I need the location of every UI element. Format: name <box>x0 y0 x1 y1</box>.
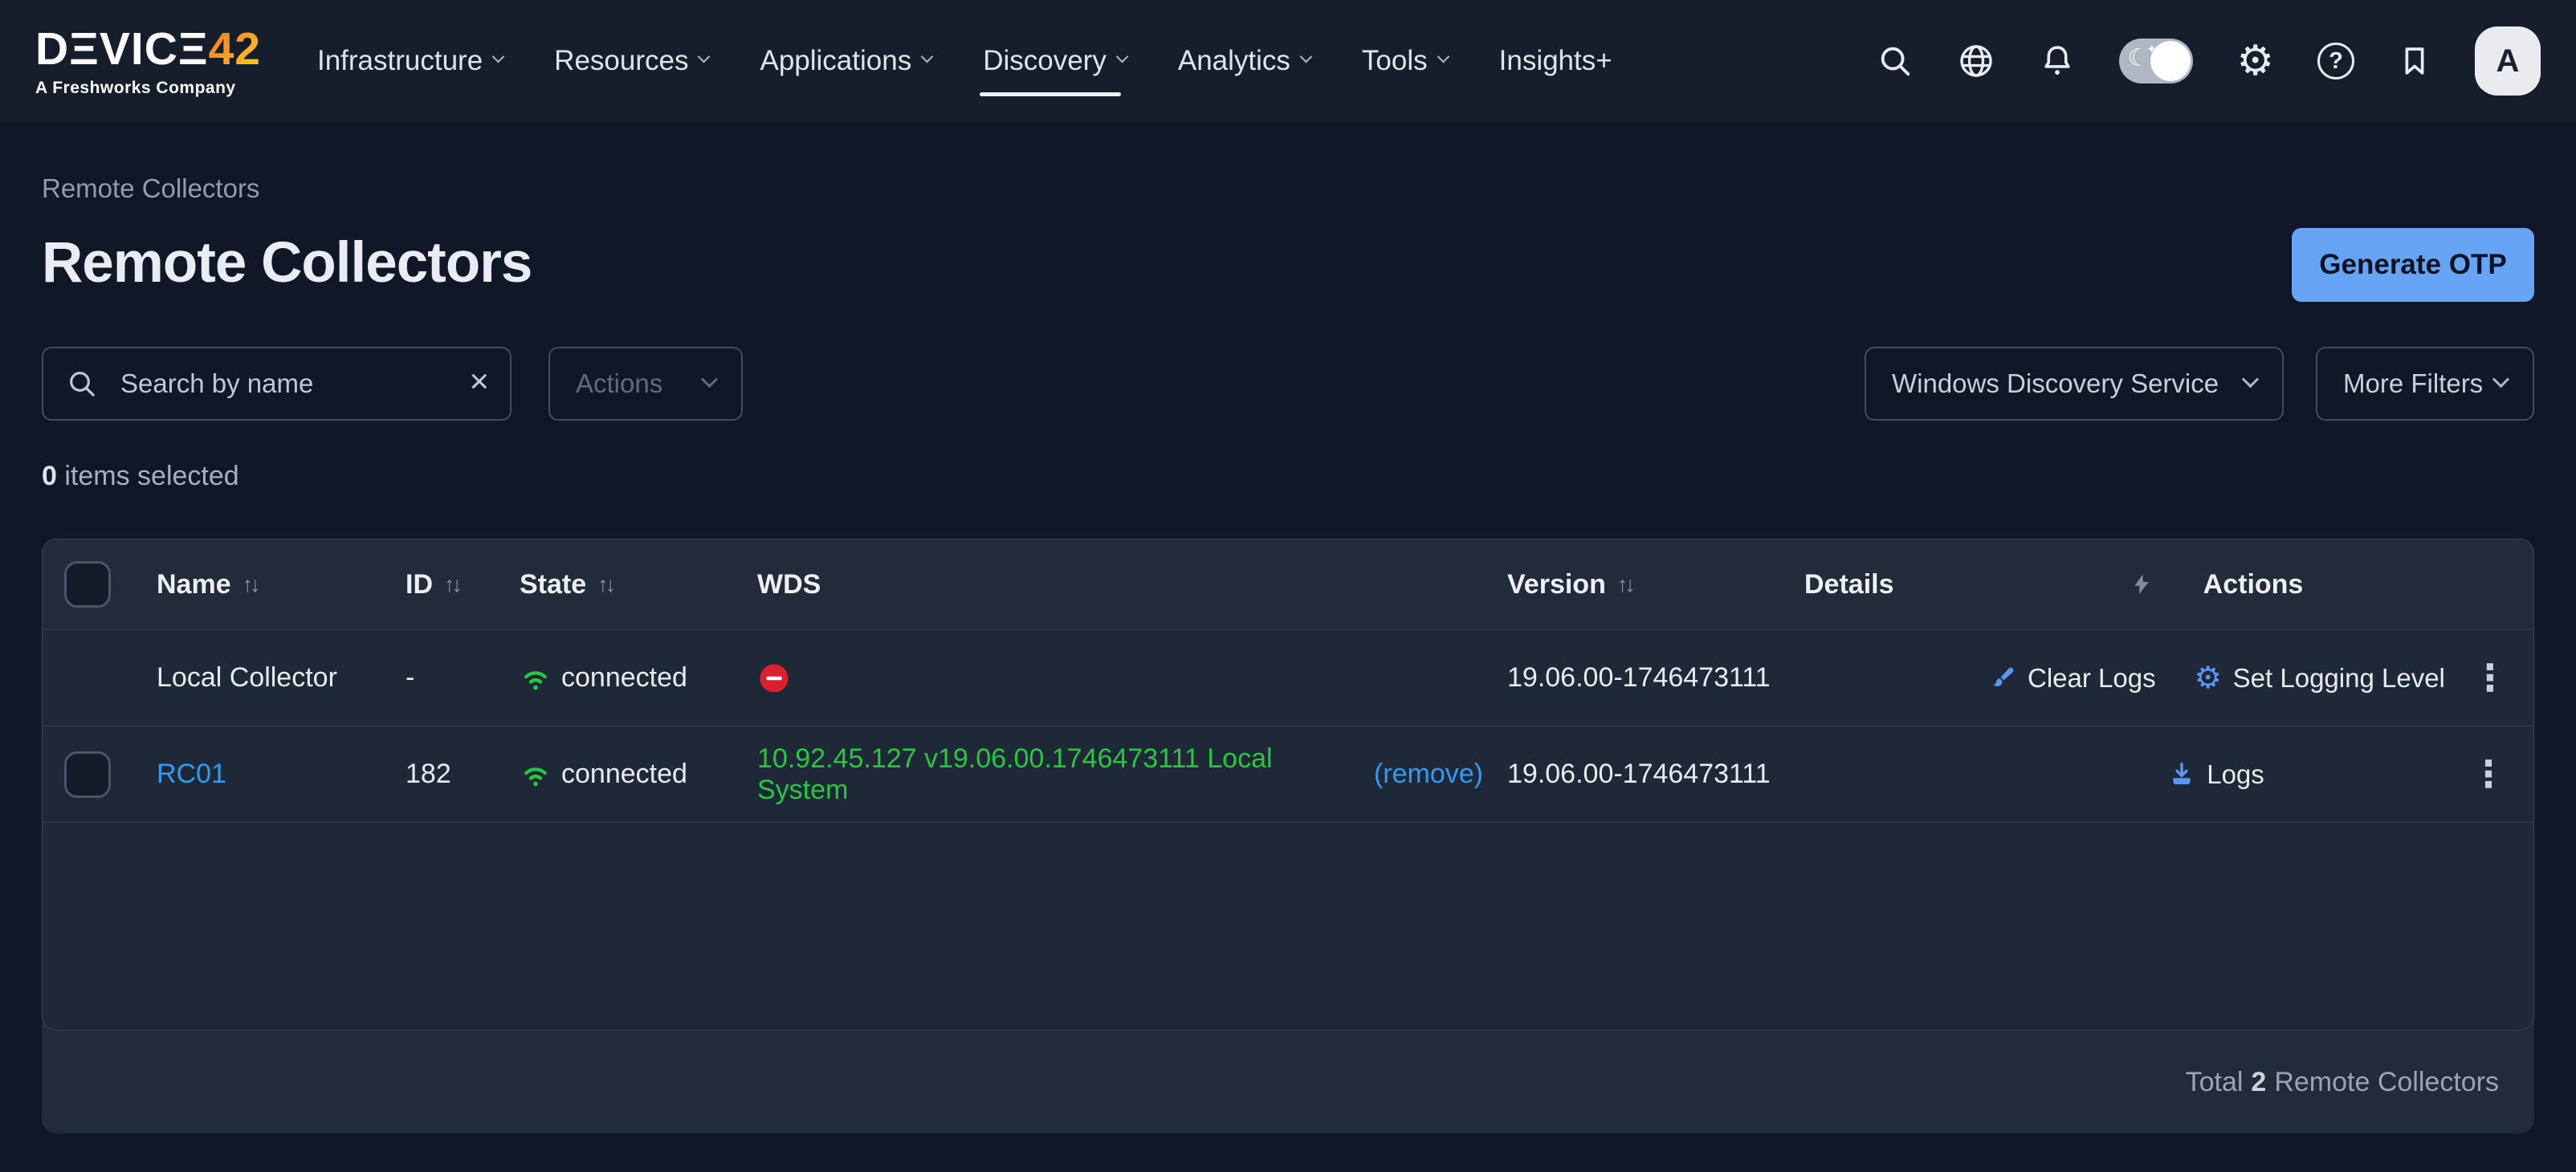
collector-name: Local Collector <box>132 662 381 694</box>
settings-gear-icon[interactable]: ⚙ <box>2236 40 2274 82</box>
page-title: Remote Collectors <box>42 230 532 295</box>
generate-otp-button[interactable]: Generate OTP <box>2292 228 2534 302</box>
clear-logs-button[interactable]: Clear Logs <box>1989 663 2156 694</box>
logo-tagline: A Freshworks Company <box>35 79 261 96</box>
actions-dropdown[interactable]: Actions <box>548 347 743 421</box>
help-icon[interactable]: ? <box>2317 43 2354 79</box>
filter-group: Windows Discovery Service More Filters <box>1865 347 2534 421</box>
logo-42: 42 <box>209 23 261 75</box>
search-icon <box>66 368 98 400</box>
globe-icon[interactable] <box>1957 42 1995 80</box>
collector-id: 182 <box>381 759 495 790</box>
column-header-details: Details <box>1780 569 1989 600</box>
logo-device: DΞVICΞ <box>35 23 209 75</box>
chevron-down-icon <box>701 371 718 388</box>
selection-summary: 0 items selected <box>42 461 2534 492</box>
column-header-name[interactable]: Name↑↓ <box>132 569 381 600</box>
clear-search-icon[interactable]: × <box>469 364 489 398</box>
title-row: Remote Collectors Generate OTP <box>42 223 2534 302</box>
collectors-table: Name↑↓ ID↑↓ State↑↓ WDS Version↑↓ Detail… <box>42 539 2534 1031</box>
breadcrumb[interactable]: Remote Collectors <box>42 122 2534 204</box>
table-footer: Total 2 Remote Collectors <box>42 1031 2534 1133</box>
kebab-menu-icon[interactable]: ⋮ <box>2470 758 2507 791</box>
no-entry-icon[interactable] <box>757 661 791 695</box>
search-icon[interactable] <box>1877 43 1914 79</box>
toolbar: × Actions Windows Discovery Service More… <box>42 347 2534 421</box>
row-actions: Logs <box>1989 759 2444 790</box>
table-empty-space <box>43 822 2533 1030</box>
table-header-row: Name↑↓ ID↑↓ State↑↓ WDS Version↑↓ Detail… <box>43 539 2533 629</box>
set-logging-level-button[interactable]: ⚙ Set Logging Level <box>2195 663 2445 694</box>
gear-icon: ⚙ <box>2195 663 2222 694</box>
download-logs-button[interactable]: Logs <box>2168 759 2264 790</box>
chevron-down-icon <box>2492 371 2509 388</box>
chevron-down-icon <box>2242 371 2259 388</box>
notifications-bell-icon[interactable] <box>2039 42 2076 80</box>
collector-name-link[interactable]: RC01 <box>157 759 226 790</box>
bookmark-icon[interactable] <box>2398 42 2431 80</box>
download-icon <box>2168 761 2195 788</box>
column-header-wds: WDS <box>733 569 1483 600</box>
wifi-connected-icon <box>520 760 552 789</box>
row-checkbox[interactable] <box>64 751 111 798</box>
row-actions: Clear Logs ⚙ Set Logging Level <box>1989 663 2445 694</box>
selection-count: 0 <box>42 461 57 491</box>
moon-icon: ☾ <box>2127 44 2149 72</box>
user-avatar[interactable]: A <box>2475 26 2541 96</box>
device42-logo[interactable]: DΞVICΞ42 A Freshworks Company <box>35 26 261 96</box>
sort-icon[interactable]: ↑↓ <box>1617 572 1632 597</box>
collector-state: connected <box>495 662 733 694</box>
nav-item-tools[interactable]: Tools <box>1362 45 1448 77</box>
kebab-menu-icon[interactable]: ⋮ <box>2472 661 2509 694</box>
total-count: 2 <box>2251 1067 2266 1098</box>
nav-item-resources[interactable]: Resources <box>554 45 708 77</box>
column-header-actions: Actions <box>1989 569 2444 600</box>
chevron-down-icon <box>698 50 711 63</box>
toggle-knob <box>2150 41 2191 81</box>
sort-icon[interactable]: ↑↓ <box>243 572 258 597</box>
top-navbar: DΞVICΞ42 A Freshworks Company Infrastruc… <box>0 0 2576 122</box>
wds-status <box>733 661 1483 695</box>
main-content: Remote Collectors Remote Collectors Gene… <box>0 122 2576 1133</box>
wds-status: 10.92.45.127 v19.06.00.1746473111 Local … <box>733 743 1483 806</box>
chevron-down-icon <box>492 50 505 63</box>
nav-item-infrastructure[interactable]: Infrastructure <box>317 45 503 77</box>
search-input[interactable] <box>42 347 512 421</box>
column-header-id[interactable]: ID↑↓ <box>381 569 495 600</box>
nav-item-analytics[interactable]: Analytics <box>1178 45 1310 77</box>
collector-version: 19.06.00-1746473111 <box>1483 662 1780 694</box>
collector-version: 19.06.00-1746473111 <box>1483 759 1780 790</box>
column-header-state[interactable]: State↑↓ <box>495 569 733 600</box>
service-filter-dropdown[interactable]: Windows Discovery Service <box>1865 347 2284 421</box>
logo-text: DΞVICΞ42 <box>35 26 261 72</box>
brush-icon <box>1989 665 2016 692</box>
nav-item-discovery[interactable]: Discovery <box>983 45 1127 77</box>
theme-toggle[interactable]: ☾ ✦ ✦ <box>2119 39 2193 83</box>
nav-item-applications[interactable]: Applications <box>760 45 931 77</box>
sort-icon[interactable]: ↑↓ <box>597 572 613 597</box>
wifi-connected-icon <box>520 664 552 693</box>
main-nav: Infrastructure Resources Applications Di… <box>317 45 1612 77</box>
navbar-icon-group: ☾ ✦ ✦ ⚙ ? A <box>1877 26 2541 96</box>
nav-item-insights[interactable]: Insights+ <box>1499 45 1612 77</box>
table-row-local-collector: Local Collector - connected <box>43 629 2533 726</box>
collector-id: - <box>381 662 495 694</box>
collectors-card: Name↑↓ ID↑↓ State↑↓ WDS Version↑↓ Detail… <box>42 539 2534 1133</box>
wds-remove-link[interactable]: (remove) <box>1374 759 1483 790</box>
chevron-down-icon <box>1300 50 1313 63</box>
search-box: × <box>42 347 512 421</box>
chevron-down-icon <box>1437 50 1449 63</box>
chevron-down-icon <box>921 50 934 63</box>
more-filters-dropdown[interactable]: More Filters <box>2316 347 2534 421</box>
table-row-rc01: RC01 182 connected 10.92.45.127 v19.06.0… <box>43 726 2533 822</box>
column-header-version[interactable]: Version↑↓ <box>1483 569 1780 600</box>
chevron-down-icon <box>1116 50 1129 63</box>
collector-state: connected <box>495 759 733 790</box>
sort-icon[interactable]: ↑↓ <box>444 572 459 597</box>
lightning-bolt-icon <box>2130 571 2154 598</box>
select-all-checkbox[interactable] <box>64 561 111 608</box>
